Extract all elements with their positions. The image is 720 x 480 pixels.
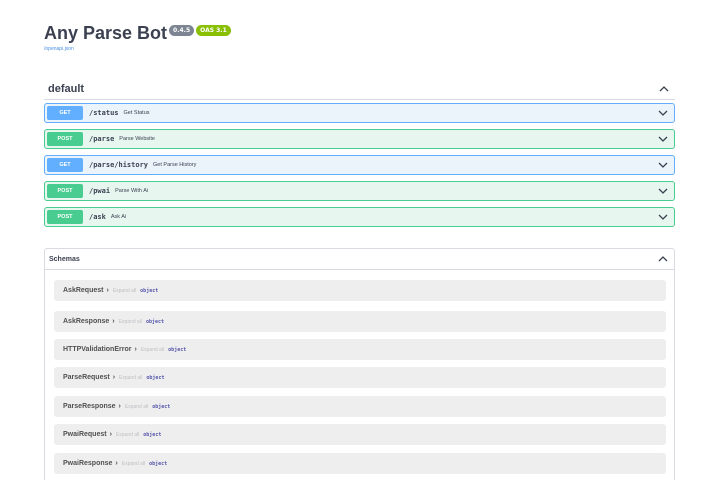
chevron-right-icon: › (118, 403, 121, 410)
operation-get-parse-history[interactable]: GET /parse/history Get Parse History (44, 155, 675, 175)
expand-all-button[interactable]: Expand all (113, 288, 136, 294)
method-badge: POST (47, 132, 83, 146)
chevron-up-icon (656, 252, 670, 266)
schema-type: object (168, 346, 187, 353)
method-badge: POST (47, 210, 83, 224)
section-title: default (48, 82, 85, 95)
expand-all-button[interactable]: Expand all (141, 347, 164, 353)
schema-name: PwaiResponse (63, 460, 113, 467)
chevron-down-icon[interactable] (656, 106, 670, 120)
chevron-down-icon[interactable] (656, 132, 670, 146)
operation-path: /pwai (89, 187, 111, 195)
chevron-down-icon[interactable] (656, 210, 670, 224)
operation-path: /parse (89, 135, 115, 143)
schema-type: object (140, 287, 159, 294)
expand-all-button[interactable]: Expand all (122, 461, 145, 467)
chevron-right-icon: › (134, 346, 137, 353)
operation-post-parse[interactable]: POST /parse Parse Website (44, 129, 675, 149)
title-row: Any Parse Bot 0.4.5 OAS 3.1 (44, 22, 231, 44)
default-section-toggle[interactable]: default (44, 78, 675, 100)
schema-name: HTTPValidationError (63, 346, 132, 353)
schemas-toggle[interactable]: Schemas (45, 249, 674, 270)
schema-name: AskRequest (63, 287, 104, 294)
schema-ask-response[interactable]: AskResponse › Expand all object (54, 311, 666, 332)
schema-ask-request[interactable]: AskRequest › Expand all object (54, 280, 666, 301)
operation-summary: Get Status (123, 110, 150, 116)
openapi-spec-link[interactable]: /openapi.json (44, 46, 231, 52)
chevron-right-icon: › (115, 460, 118, 467)
schema-type: object (149, 460, 168, 467)
schema-type: object (152, 403, 171, 410)
operation-post-pwai[interactable]: POST /pwai Parse With Ai (44, 181, 675, 201)
expand-all-button[interactable]: Expand all (125, 404, 148, 410)
operation-post-ask[interactable]: POST /ask Ask Ai (44, 207, 675, 227)
schema-pwai-response[interactable]: PwaiResponse › Expand all object (54, 453, 666, 474)
schema-parse-response[interactable]: ParseResponse › Expand all object (54, 396, 666, 417)
version-badge: 0.4.5 (169, 25, 195, 36)
schema-name: ParseResponse (63, 403, 116, 410)
default-section: default (44, 78, 675, 100)
schema-type: object (143, 431, 162, 438)
operation-path: /parse/history (89, 161, 149, 169)
schema-name: ParseRequest (63, 374, 110, 381)
api-header: Any Parse Bot 0.4.5 OAS 3.1 /openapi.jso… (44, 22, 231, 52)
schema-name: PwaiRequest (63, 431, 107, 438)
expand-all-button[interactable]: Expand all (119, 319, 142, 325)
schema-http-validation-error[interactable]: HTTPValidationError › Expand all object (54, 339, 666, 360)
schema-type: object (146, 374, 165, 381)
schemas-section: Schemas AskRequest › Expand all object A… (44, 248, 675, 480)
expand-all-button[interactable]: Expand all (119, 375, 142, 381)
operation-summary: Parse With Ai (115, 188, 149, 194)
schema-parse-request[interactable]: ParseRequest › Expand all object (54, 367, 666, 388)
operation-path: /status (89, 109, 119, 117)
method-badge: GET (47, 158, 83, 172)
method-badge: POST (47, 184, 83, 198)
method-badge: GET (47, 106, 83, 120)
expand-all-button[interactable]: Expand all (116, 432, 139, 438)
operation-summary: Parse Website (119, 136, 155, 142)
chevron-down-icon[interactable] (656, 184, 670, 198)
chevron-right-icon: › (112, 374, 116, 381)
oas-badge: OAS 3.1 (196, 25, 231, 36)
chevron-right-icon: › (109, 431, 112, 438)
page-title: Any Parse Bot (44, 23, 168, 43)
chevron-right-icon: › (112, 318, 115, 325)
schema-type: object (146, 318, 165, 325)
chevron-up-icon (657, 82, 671, 96)
operation-summary: Get Parse History (153, 162, 197, 168)
operation-get-status[interactable]: GET /status Get Status (44, 103, 675, 123)
chevron-right-icon: › (106, 287, 109, 294)
schema-pwai-request[interactable]: PwaiRequest › Expand all object (54, 424, 666, 445)
operation-path: /ask (89, 213, 106, 221)
chevron-down-icon[interactable] (656, 158, 670, 172)
schemas-title: Schemas (49, 255, 80, 263)
operation-summary: Ask Ai (110, 214, 127, 220)
schema-name: AskResponse (63, 318, 110, 325)
